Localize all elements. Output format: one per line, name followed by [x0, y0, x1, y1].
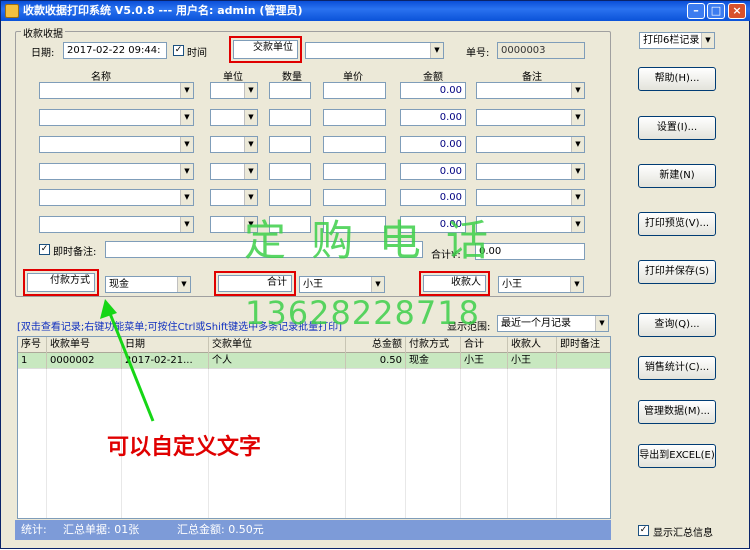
annotation-arrow-icon: [100, 299, 155, 422]
annotation-text: 可以自定义文字: [107, 435, 262, 460]
main-window: 收款收据打印系统 V5.0.8 --- 用户名: admin (管理员) – □…: [0, 0, 750, 549]
